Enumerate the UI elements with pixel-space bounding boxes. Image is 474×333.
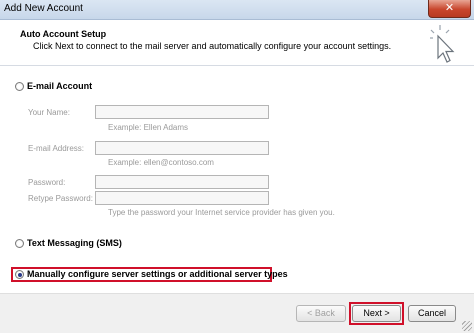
manual-config-radio[interactable]	[15, 270, 24, 279]
your-name-label: Your Name:	[28, 108, 70, 117]
retype-password-label: Retype Password:	[28, 194, 93, 203]
sms-label: Text Messaging (SMS)	[27, 238, 122, 248]
close-button[interactable]: ✕	[428, 0, 471, 18]
your-name-field[interactable]	[95, 105, 269, 119]
email-account-label: E-mail Account	[27, 81, 93, 91]
next-button[interactable]: Next >	[352, 305, 401, 322]
back-button[interactable]: < Back	[296, 305, 346, 322]
password-field[interactable]	[95, 175, 269, 189]
wizard-body: E-mail Account Your Name: Example: Ellen…	[0, 67, 474, 293]
resize-grip[interactable]	[462, 321, 472, 331]
sms-radio[interactable]	[15, 239, 24, 248]
title-bar: Add New Account ✕	[0, 0, 474, 20]
your-name-hint: Example: Ellen Adams	[108, 123, 189, 132]
email-address-label: E-mail Address:	[28, 144, 85, 153]
manual-config-label: Manually configure server settings or ad…	[27, 269, 288, 279]
email-address-field[interactable]	[95, 141, 269, 155]
password-hint: Type the password your Internet service …	[108, 208, 335, 217]
retype-password-field[interactable]	[95, 191, 269, 205]
cursor-click-icon	[430, 25, 455, 63]
close-icon: ✕	[444, 2, 455, 14]
wizard-footer: < Back Next > Cancel	[0, 293, 474, 333]
cancel-button[interactable]: Cancel	[408, 305, 456, 322]
header-title: Auto Account Setup	[20, 29, 107, 39]
wizard-header: Auto Account Setup Click Next to connect…	[0, 20, 474, 66]
header-subtitle: Click Next to connect to the mail server…	[33, 41, 392, 51]
window-title: Add New Account	[4, 3, 83, 14]
password-label: Password:	[28, 178, 66, 187]
email-address-hint: Example: ellen@contoso.com	[108, 158, 214, 167]
email-account-radio[interactable]	[15, 82, 24, 91]
